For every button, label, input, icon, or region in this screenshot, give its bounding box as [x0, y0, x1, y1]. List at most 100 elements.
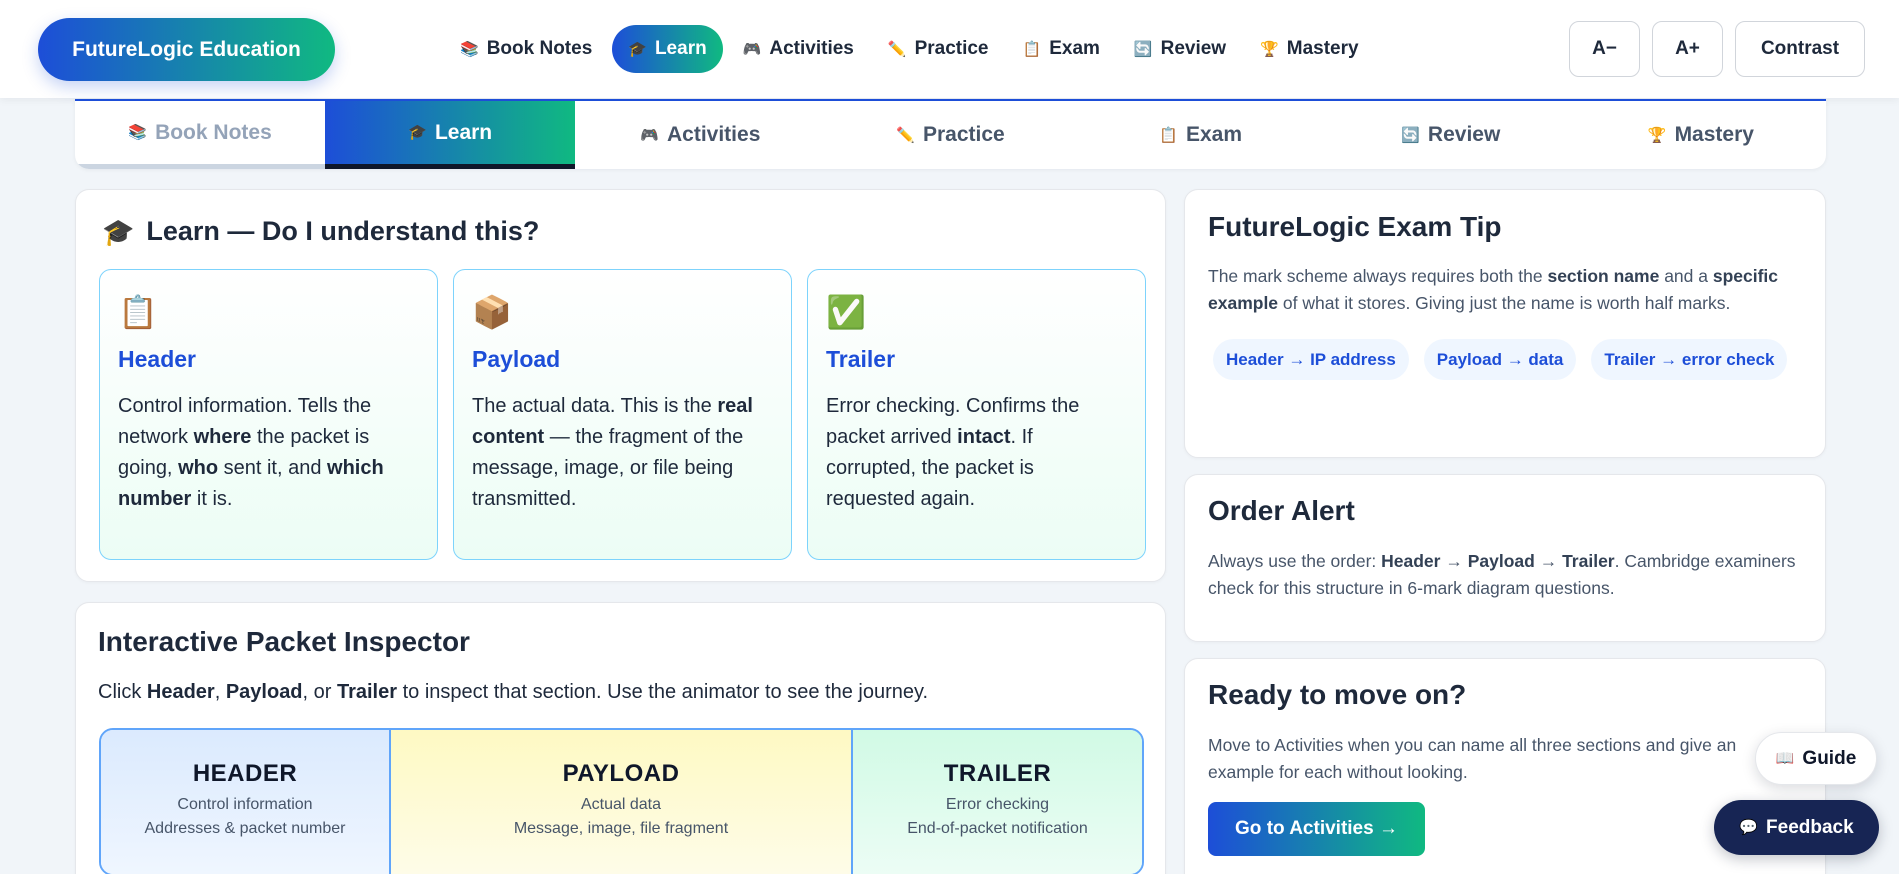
segment-line: Message, image, file fragment	[513, 820, 729, 837]
order-alert-title: Order Alert	[1208, 495, 1355, 526]
ready-title: Ready to move on?	[1208, 679, 1467, 710]
concept-card-payload: 📦 Payload The actual data. This is the r…	[453, 269, 792, 560]
graduation-cap-icon: 🎓	[102, 216, 135, 247]
accessibility-controls: A− A+ Contrast	[1569, 21, 1865, 77]
go-to-activities-button[interactable]: Go to Activities →	[1208, 802, 1425, 856]
segment-line: Addresses & packet number	[144, 820, 346, 837]
concept-name: Header	[118, 346, 196, 372]
tab-learn[interactable]: 🎓 Learn	[325, 101, 576, 169]
segment-name: TRAILER	[943, 760, 1052, 787]
clipboard-icon: 📋	[118, 294, 158, 330]
concept-cards: 📋 Header Control information. Tells the …	[99, 269, 1146, 560]
inspector-title: Interactive Packet Inspector	[98, 626, 470, 657]
concept-description: The actual data. This is the real conten…	[472, 395, 753, 510]
tab-review[interactable]: 🔄 Review	[1326, 101, 1576, 169]
tip-pills: Header → IP address Payload → data Trail…	[1213, 339, 1813, 380]
segment-name: PAYLOAD	[562, 760, 680, 787]
concept-name: Payload	[472, 346, 561, 372]
guide-button[interactable]: 📖 Guide	[1755, 732, 1877, 785]
tab-practice[interactable]: ✏️ Practice	[825, 101, 1075, 169]
packet-segment-trailer[interactable]: TRAILER Error checking End-of-packet not…	[853, 730, 1142, 874]
packet-segment-payload[interactable]: PAYLOAD Actual data Message, image, file…	[391, 730, 853, 874]
nav-item-label: Review	[1160, 38, 1227, 59]
learn-heading: 🎓 Learn — Do I understand this?	[102, 216, 539, 247]
ready-text: Move to Activities when you can name all…	[1208, 735, 1737, 782]
contrast-button[interactable]: Contrast	[1735, 21, 1865, 77]
concept-name: Trailer	[826, 346, 896, 372]
brand-logo[interactable]: FutureLogic Education	[38, 18, 335, 81]
nav-item-learn[interactable]: 🎓 Learn	[612, 25, 723, 73]
tab-label: Review	[1427, 123, 1501, 146]
pencil-icon: ✏️	[887, 40, 907, 58]
game-controller-icon: 🎮	[742, 40, 762, 58]
nav-item-label: Practice	[914, 38, 989, 59]
nav-item-label: Exam	[1049, 38, 1100, 59]
nav-item-label: Mastery	[1286, 38, 1359, 59]
order-alert-card: Order Alert Always use the order: Header…	[1184, 474, 1826, 642]
concept-card-trailer: ✅ Trailer Error checking. Confirms the p…	[807, 269, 1146, 560]
trophy-icon: 🏆	[1647, 126, 1667, 144]
feedback-label: Feedback	[1766, 816, 1854, 838]
segment-line: Error checking	[945, 796, 1050, 813]
nav-item-review[interactable]: 🔄 Review	[1120, 25, 1240, 73]
package-icon: 📦	[472, 294, 512, 330]
inspector-instructions: Click Header, Payload, or Trailer to ins…	[98, 681, 929, 703]
segment-line: End-of-packet notification	[907, 820, 1088, 837]
segment-name: HEADER	[192, 760, 298, 787]
top-navigation: 📚 Book Notes 🎓 Learn 🎮 Activities ✏️ Pra…	[446, 25, 1373, 73]
nav-item-mastery[interactable]: 🏆 Mastery	[1246, 25, 1373, 73]
segment-line: Actual data	[580, 796, 662, 813]
concept-description: Control information. Tells the network w…	[118, 395, 384, 510]
exam-tip-card: FutureLogic Exam Tip The mark scheme alw…	[1184, 189, 1826, 458]
top-bar: FutureLogic Education 📚 Book Notes 🎓 Lea…	[0, 0, 1899, 98]
concept-description: Error checking. Confirms the packet arri…	[826, 395, 1080, 510]
nav-item-label: Book Notes	[486, 38, 593, 59]
speech-bubble-icon: 💬	[1739, 819, 1759, 836]
nav-item-label: Learn	[654, 38, 707, 59]
tab-exam[interactable]: 📋 Exam	[1076, 101, 1326, 169]
trophy-icon: 🏆	[1260, 40, 1279, 58]
tip-pill: Payload → data	[1423, 339, 1577, 380]
tab-label: Activities	[667, 123, 761, 146]
tip-pill: Trailer → error check	[1591, 339, 1788, 380]
tab-label: Book Notes	[155, 120, 272, 144]
pencil-icon: ✏️	[896, 126, 915, 144]
concept-card-header: 📋 Header Control information. Tells the …	[99, 269, 438, 560]
brand-name: FutureLogic Education	[72, 37, 301, 61]
graduation-cap-icon: 🎓	[628, 40, 647, 58]
feedback-button[interactable]: 💬 Feedback	[1714, 800, 1879, 855]
refresh-icon: 🔄	[1401, 126, 1420, 144]
tip-pill: Header → IP address	[1213, 339, 1409, 380]
nav-item-exam[interactable]: 📋 Exam	[1009, 25, 1114, 73]
tab-book-notes[interactable]: 📚 Book Notes	[75, 101, 326, 169]
increase-font-button[interactable]: A+	[1652, 21, 1723, 77]
exam-tip-title: FutureLogic Exam Tip	[1208, 211, 1502, 242]
clipboard-icon: 📋	[1022, 40, 1042, 58]
books-icon: 📚	[460, 40, 479, 58]
tab-label: Mastery	[1674, 123, 1754, 146]
exam-tip-text: The mark scheme always requires both the…	[1208, 266, 1779, 313]
nav-item-activities[interactable]: 🎮 Activities	[729, 25, 868, 73]
guide-label: Guide	[1802, 747, 1857, 769]
section-tabs: 📚 Book Notes 🎓 Learn 🎮 Activities ✏️ Pra…	[75, 99, 1826, 169]
packet-diagram: HEADER Control information Addresses & p…	[99, 728, 1144, 874]
tab-mastery[interactable]: 🏆 Mastery	[1576, 101, 1826, 169]
nav-item-book-notes[interactable]: 📚 Book Notes	[446, 25, 606, 73]
segment-line: Control information	[177, 796, 313, 813]
nav-item-label: Activities	[769, 38, 854, 59]
decrease-font-button[interactable]: A−	[1569, 21, 1640, 77]
tab-activities[interactable]: 🎮 Activities	[575, 101, 825, 169]
refresh-icon: 🔄	[1133, 40, 1153, 58]
learn-title: Learn — Do I understand this?	[146, 216, 540, 246]
tab-label: Practice	[922, 123, 1005, 146]
packet-segment-header[interactable]: HEADER Control information Addresses & p…	[101, 730, 391, 874]
game-controller-icon: 🎮	[640, 126, 659, 144]
graduation-cap-icon: 🎓	[408, 124, 427, 141]
open-book-icon: 📖	[1775, 750, 1795, 767]
check-mark-icon: ✅	[826, 294, 866, 330]
learn-card: 🎓 Learn — Do I understand this? 📋 Header…	[75, 189, 1166, 582]
clipboard-icon: 📋	[1159, 126, 1178, 144]
order-alert-text: Always use the order: Header → Payload →…	[1208, 551, 1796, 598]
nav-item-practice[interactable]: ✏️ Practice	[874, 25, 1003, 73]
books-icon: 📚	[128, 124, 148, 141]
